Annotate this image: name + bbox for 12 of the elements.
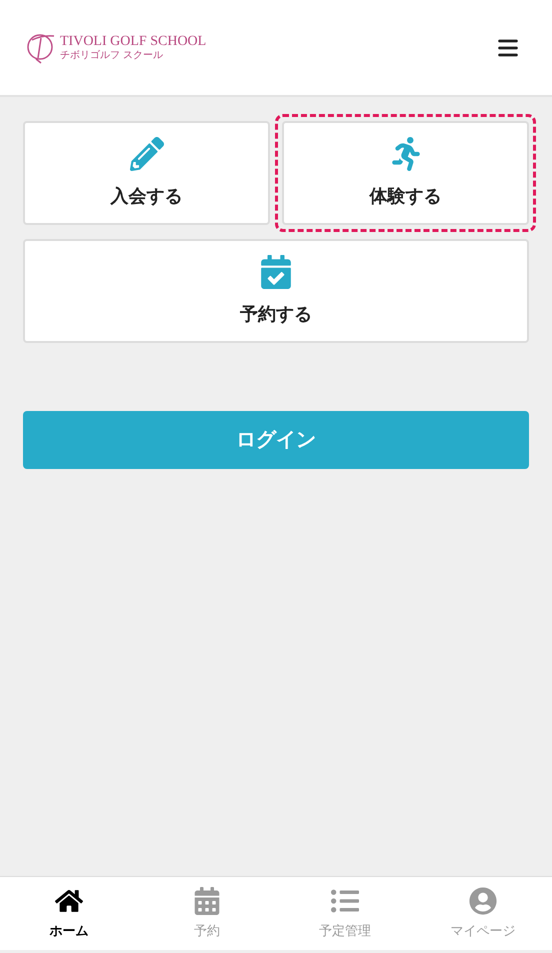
list-icon [331,886,359,915]
logo-subtitle: チボリゴルフ スクール [60,50,164,60]
menu-card[interactable]: 体験する [282,121,529,225]
logo-icon [26,32,56,64]
nav-tab[interactable]: ホーム [0,877,138,950]
menu-card[interactable]: 予約する [23,239,529,343]
pencil-icon [130,136,164,170]
menu-card[interactable]: 入会する [23,121,270,225]
calendar-icon [193,886,221,915]
calendar-check-icon [259,254,293,288]
user-icon [469,886,497,915]
logo-title: TIVOLI GOLF SCHOOL [60,34,206,48]
